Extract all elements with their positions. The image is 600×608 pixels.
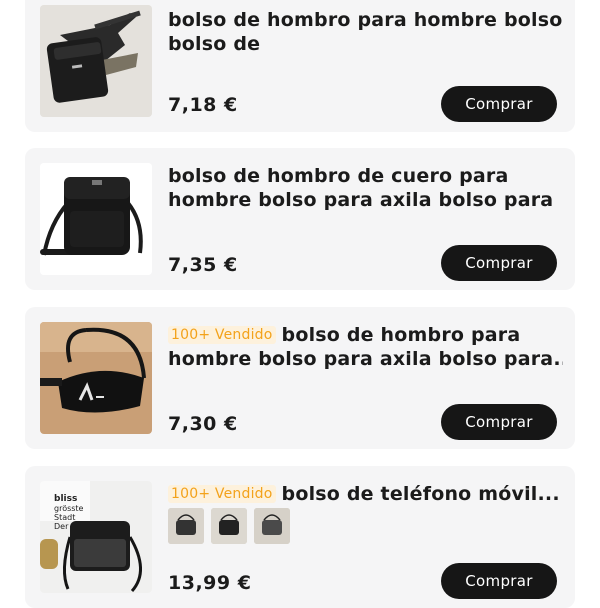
- variant-thumbnail[interactable]: [254, 508, 290, 544]
- buy-button[interactable]: Comprar: [441, 245, 557, 281]
- product-price: 13,99 €: [168, 572, 252, 594]
- variant-thumbnail[interactable]: [211, 508, 247, 544]
- product-title-line: bolso de: [168, 33, 261, 55]
- product-title-line: bolso de hombro para hombre bolso: [168, 9, 563, 31]
- product-card[interactable]: bolso de hombro para hombre bolso bolso …: [25, 0, 575, 132]
- product-title[interactable]: 100+ Vendido bolso de teléfono móvil...: [168, 482, 563, 506]
- sold-badge: 100+ Vendido: [168, 326, 276, 344]
- product-title[interactable]: bolso de hombro de cuero para hombre bol…: [168, 164, 563, 212]
- product-image[interactable]: [40, 5, 152, 117]
- product-card[interactable]: bolso de hombro de cuero para hombre bol…: [25, 148, 575, 290]
- product-title-line: hombre bolso para axila bolso para...: [168, 348, 563, 370]
- product-title-line: 100+ Vendido bolso de hombro para: [168, 323, 563, 347]
- svg-text:Der: Der: [54, 522, 69, 531]
- buy-button[interactable]: Comprar: [441, 86, 557, 122]
- variant-thumbnail[interactable]: [168, 508, 204, 544]
- svg-text:grösste: grösste: [54, 504, 84, 513]
- product-title-line: bolso de hombro de cuero para: [168, 165, 509, 187]
- product-list: bolso de hombro para hombre bolso bolso …: [0, 0, 600, 608]
- buy-button[interactable]: Comprar: [441, 404, 557, 440]
- product-title-text: bolso de hombro para: [281, 324, 521, 346]
- product-image[interactable]: [40, 322, 152, 434]
- product-price: 7,30 €: [168, 413, 238, 435]
- product-image[interactable]: bliss grösste Stadt Der: [40, 481, 152, 593]
- svg-text:bliss: bliss: [54, 494, 77, 504]
- product-title[interactable]: bolso de hombro para hombre bolso bolso …: [168, 8, 563, 56]
- sold-badge: 100+ Vendido: [168, 485, 276, 503]
- svg-text:Stadt: Stadt: [54, 513, 75, 522]
- product-card[interactable]: bliss grösste Stadt Der 100+ Vendido bols…: [25, 466, 575, 608]
- product-title-text: bolso de teléfono móvil...: [281, 483, 560, 505]
- product-title-line: hombre bolso para axila bolso para: [168, 189, 554, 211]
- product-image[interactable]: [40, 163, 152, 275]
- buy-button[interactable]: Comprar: [441, 563, 557, 599]
- product-title[interactable]: 100+ Vendido bolso de hombro para hombre …: [168, 323, 563, 371]
- product-price: 7,35 €: [168, 254, 238, 276]
- product-price: 7,18 €: [168, 94, 238, 116]
- product-card[interactable]: 100+ Vendido bolso de hombro para hombre …: [25, 307, 575, 449]
- product-title-line: 100+ Vendido bolso de teléfono móvil...: [168, 482, 563, 506]
